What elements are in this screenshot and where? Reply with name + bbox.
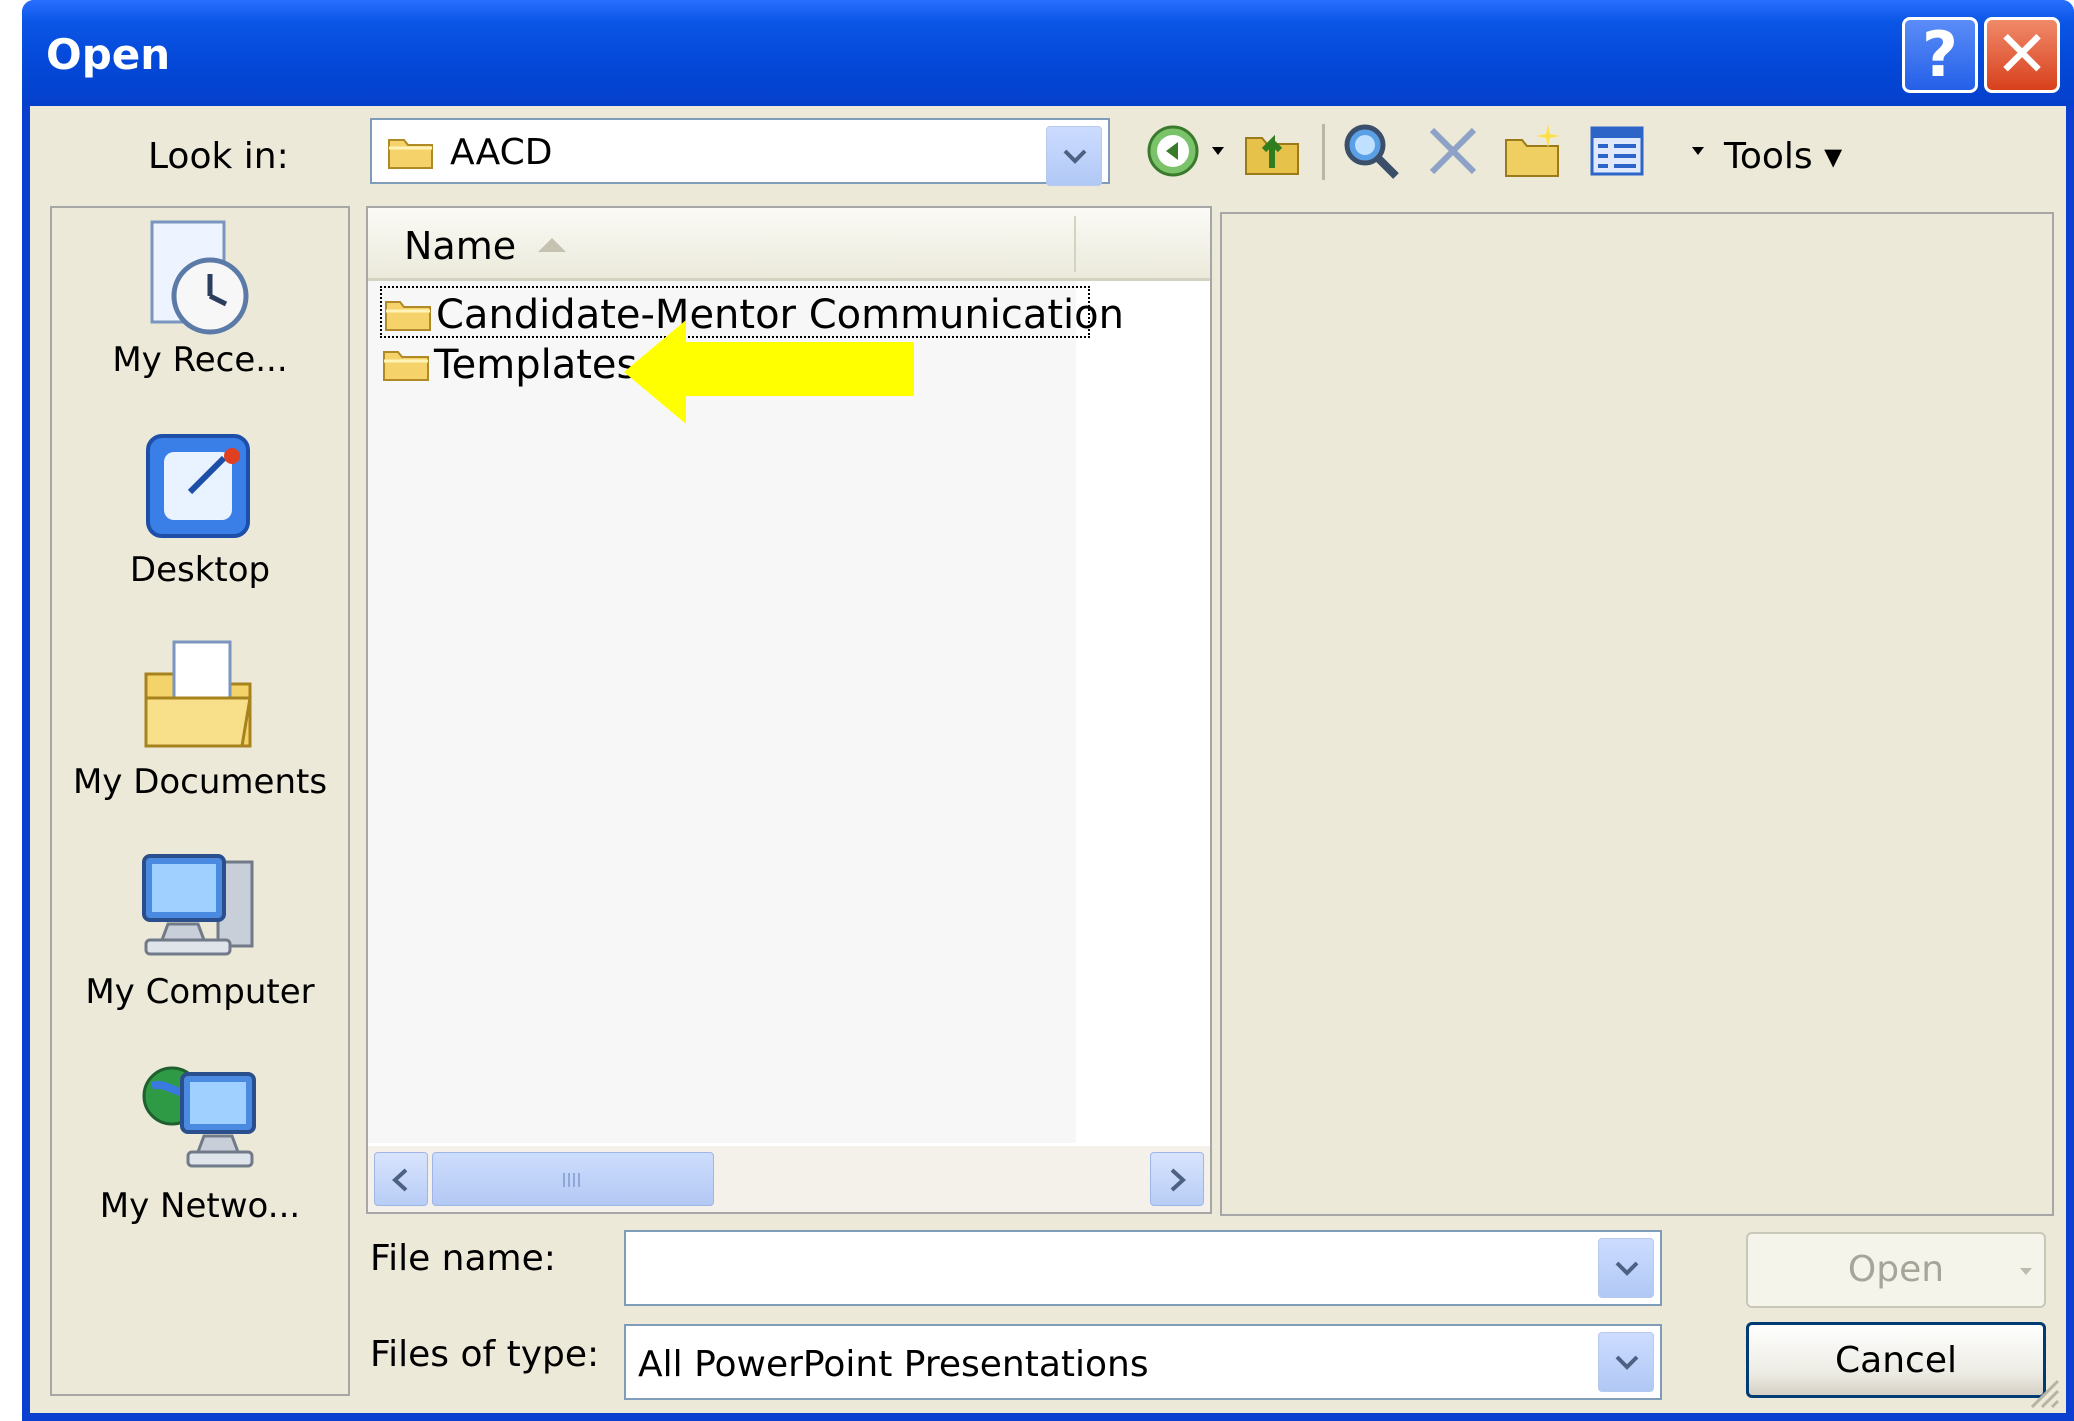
title-bar[interactable]: Open ? ✕: [22, 0, 2074, 106]
place-label: My Computer: [85, 972, 315, 1012]
look-in-combo[interactable]: AACD: [370, 118, 1110, 186]
toolbar-separator: [1322, 124, 1325, 180]
place-my-computer[interactable]: My Computer: [52, 828, 348, 1038]
file-list[interactable]: Name Candidate-Mentor Communication Temp…: [366, 206, 1212, 1214]
cancel-button[interactable]: Cancel: [1746, 1322, 2046, 1398]
places-bar: My Rece... Desktop My Documents My Compu…: [50, 206, 350, 1396]
place-network[interactable]: My Netwo...: [52, 1038, 348, 1248]
place-label: My Netwo...: [99, 1186, 301, 1226]
views-dropdown-icon[interactable]: [1690, 144, 1706, 158]
place-my-documents[interactable]: My Documents: [52, 618, 348, 828]
grip-lines-icon: [563, 1173, 580, 1187]
column-divider[interactable]: [1074, 216, 1076, 272]
search-web-icon[interactable]: [1340, 120, 1402, 182]
back-icon[interactable]: [1142, 120, 1204, 182]
place-label: Desktop: [129, 550, 271, 590]
close-button[interactable]: ✕: [1984, 17, 2060, 93]
chevron-down-icon: [1063, 149, 1087, 164]
network-places-icon: [142, 1066, 256, 1168]
chevron-down-icon: [1615, 1261, 1639, 1276]
file-type-combo[interactable]: All PowerPoint Presentations: [624, 1324, 1662, 1400]
desktop-icon: [146, 434, 250, 538]
delete-icon[interactable]: [1422, 120, 1484, 182]
place-desktop[interactable]: Desktop: [52, 408, 348, 618]
look-in-label: Look in:: [148, 136, 289, 177]
list-item-name: Templates: [434, 342, 638, 388]
my-computer-icon: [142, 854, 254, 956]
list-item[interactable]: Templates: [380, 338, 640, 390]
file-name-input[interactable]: [634, 1240, 1578, 1298]
yellow-arrow-annotation: [624, 320, 914, 424]
folder-icon: [383, 351, 429, 381]
column-name-label: Name: [404, 224, 517, 268]
horizontal-scrollbar[interactable]: [368, 1146, 1210, 1212]
open-button[interactable]: Open: [1746, 1232, 2046, 1308]
chevron-left-icon: [392, 1168, 408, 1192]
views-icon[interactable]: [1586, 120, 1648, 182]
new-folder-icon[interactable]: [1502, 120, 1564, 182]
file-name-combo[interactable]: [624, 1230, 1662, 1306]
resize-grip-icon[interactable]: [2026, 1375, 2060, 1409]
open-dialog-window: Open ? ✕ Look in: AACD Tools ▾ My Rece..…: [22, 0, 2074, 1421]
folder-icon: [385, 301, 431, 331]
help-button[interactable]: ?: [1902, 17, 1978, 93]
place-label: My Rece...: [112, 340, 288, 380]
tools-menu-button[interactable]: Tools ▾: [1724, 136, 1842, 177]
look-in-dropdown-button[interactable]: [1046, 126, 1102, 186]
folder-icon: [388, 139, 433, 169]
scroll-right-button[interactable]: [1150, 1152, 1204, 1206]
chevron-down-icon: [1615, 1355, 1639, 1370]
recent-documents-icon: [150, 220, 249, 335]
preview-pane: [1220, 212, 2054, 1216]
chevron-right-icon: [1170, 1168, 1186, 1192]
place-label: My Documents: [72, 762, 328, 802]
file-name-label: File name:: [370, 1238, 556, 1279]
scroll-thumb[interactable]: [432, 1152, 714, 1206]
dialog-body: Look in: AACD Tools ▾ My Rece... Desktop…: [30, 106, 2066, 1413]
file-type-dropdown-button[interactable]: [1598, 1332, 1654, 1392]
window-title: Open: [46, 30, 171, 79]
file-type-label: Files of type:: [370, 1334, 600, 1375]
open-dropdown-arrow-icon: [2020, 1268, 2032, 1275]
scroll-left-button[interactable]: [374, 1152, 428, 1206]
file-name-dropdown-button[interactable]: [1598, 1238, 1654, 1298]
my-documents-icon: [144, 640, 252, 748]
up-one-level-icon[interactable]: [1242, 120, 1304, 182]
column-header-name[interactable]: Name: [368, 208, 1210, 281]
sort-ascending-icon: [538, 238, 566, 252]
open-button-label: Open: [1847, 1249, 1945, 1290]
back-dropdown-icon[interactable]: [1210, 144, 1226, 158]
place-recent[interactable]: My Rece...: [52, 208, 348, 408]
file-type-value: All PowerPoint Presentations: [638, 1344, 1149, 1385]
look-in-value: AACD: [450, 132, 553, 173]
